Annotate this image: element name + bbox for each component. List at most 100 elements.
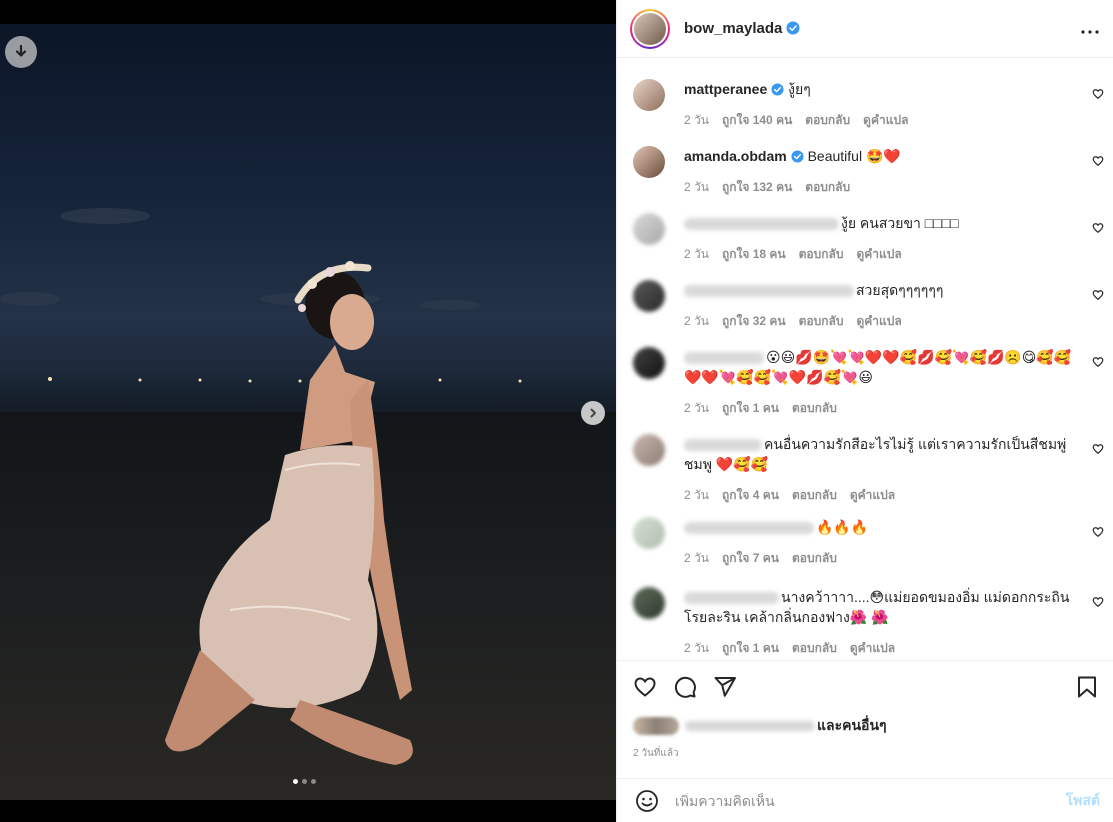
emoji-picker-icon[interactable] <box>635 789 659 813</box>
comment-item: นางคว้าาาา....😳แม่ยอดขมองอิ่ม แม่ดอกกระถ… <box>617 587 1113 658</box>
comment-likes[interactable]: ถูกใจ 4 คน <box>722 486 779 505</box>
commenter-username-blurred[interactable] <box>684 592 779 605</box>
comment-age: 2 วัน <box>684 180 709 194</box>
comment-meta: 2 วัน ถูกใจ 140 คน ตอบกลับ ดูคำแปล <box>684 111 1084 130</box>
comment-age: 2 วัน <box>684 641 709 655</box>
comment-likes[interactable]: ถูกใจ 18 คน <box>722 245 786 264</box>
comment-body: สวยสุดๆๆๆๆๆๆ 2 วัน ถูกใจ 32 คน ตอบกลับ ดูคำแ… <box>684 280 1084 331</box>
commenter-username[interactable]: amanda.obdam <box>684 148 787 164</box>
save-bookmark-icon[interactable] <box>1076 675 1098 699</box>
see-translation-button[interactable]: ดูคำแปล <box>856 312 901 331</box>
comment-text-line: amanda.obdam Beautiful 🤩❤️ <box>684 146 1084 166</box>
comment-text: งู้ย คนสวยขา □□□□ <box>841 215 959 231</box>
comment-like-heart-icon[interactable] <box>1092 442 1104 460</box>
commenter-username-blurred[interactable] <box>684 218 839 231</box>
post-photo[interactable] <box>0 0 616 822</box>
comment-likes[interactable]: ถูกใจ 132 คน <box>722 178 792 197</box>
commenter-avatar[interactable] <box>633 146 665 178</box>
comment-text-line: นางคว้าาาา....😳แม่ยอดขมองอิ่ม แม่ดอกกระถ… <box>684 587 1084 627</box>
likes-others-link[interactable]: และคนอื่นๆ <box>817 715 887 737</box>
comment-age: 2 วัน <box>684 488 709 502</box>
author-avatar-image <box>634 12 666 45</box>
comment-like-heart-icon[interactable] <box>1092 355 1104 373</box>
commenter-avatar[interactable] <box>633 213 665 245</box>
see-translation-button[interactable]: ดูคำแปล <box>850 639 895 658</box>
add-comment-bar: โพสต์ <box>617 778 1113 822</box>
commenter-username-blurred[interactable] <box>684 352 764 365</box>
download-button[interactable] <box>5 36 37 68</box>
comment-bubble-icon[interactable] <box>673 675 697 699</box>
comment-item: งู้ย คนสวยขา □□□□ 2 วัน ถูกใจ 18 คน ตอบกลับ… <box>617 213 1113 264</box>
chevron-right-icon <box>590 408 596 418</box>
comment-like-heart-icon[interactable] <box>1092 595 1104 613</box>
reply-button[interactable]: ตอบกลับ <box>805 111 850 130</box>
reply-button[interactable]: ตอบกลับ <box>792 399 837 418</box>
post-timestamp[interactable]: 2 วันที่แล้ว <box>633 746 679 761</box>
comment-body: 😮😃💋🤩💘💘❤️❤️🥰💋🥰💘🥰💋☹️😋🥰🥰❤️❤️💘🥰🥰💘❤️💋🥰💘😃 2 วัน… <box>684 347 1084 418</box>
comment-meta: 2 วัน ถูกใจ 7 คน ตอบกลับ <box>684 549 1084 568</box>
comment-likes[interactable]: ถูกใจ 32 คน <box>722 312 786 331</box>
commenter-avatar[interactable] <box>633 280 665 312</box>
see-translation-button[interactable]: ดูคำแปล <box>850 486 895 505</box>
more-options-icon[interactable] <box>1081 18 1099 39</box>
comment-text-line: 🔥🔥🔥 <box>684 517 1084 537</box>
commenter-username-blurred[interactable] <box>684 522 814 535</box>
photo-subject <box>165 261 413 765</box>
see-translation-button[interactable]: ดูคำแปล <box>856 245 901 264</box>
author-avatar[interactable] <box>630 8 670 49</box>
likes-summary[interactable]: และคนอื่นๆ <box>633 715 887 737</box>
reply-button[interactable]: ตอบกลับ <box>799 245 844 264</box>
commenter-username-blurred[interactable] <box>684 285 854 298</box>
comment-text: งู้ยๆ <box>788 81 811 97</box>
comment-input[interactable] <box>675 792 1066 809</box>
comment-body: นางคว้าาาา....😳แม่ยอดขมองอิ่ม แม่ดอกกระถ… <box>684 587 1084 658</box>
author-username[interactable]: bow_maylada <box>684 20 800 37</box>
post-modal: bow_maylada mattperanee งู้ยๆ 2 วัน ถูกใจ … <box>0 0 1113 822</box>
reply-button[interactable]: ตอบกลับ <box>805 178 850 197</box>
commenter-avatar[interactable] <box>633 434 665 466</box>
carousel-dot-active <box>293 779 298 784</box>
comment-text-line: mattperanee งู้ยๆ <box>684 79 1084 99</box>
commenter-avatar[interactable] <box>633 347 665 379</box>
commenter-username-blurred[interactable] <box>684 439 762 452</box>
comment-like-heart-icon[interactable] <box>1092 87 1104 105</box>
carousel-next-button[interactable] <box>581 401 605 425</box>
liker-name-blurred <box>685 721 815 731</box>
comment-age: 2 วัน <box>684 314 709 328</box>
comment-like-heart-icon[interactable] <box>1092 221 1104 239</box>
author-username-text[interactable]: bow_maylada <box>684 20 782 37</box>
comment-age: 2 วัน <box>684 551 709 565</box>
reply-button[interactable]: ตอบกลับ <box>792 486 837 505</box>
commenter-avatar[interactable] <box>633 79 665 111</box>
commenter-avatar[interactable] <box>633 587 665 619</box>
comment-age: 2 วัน <box>684 247 709 261</box>
comment-text-line: 😮😃💋🤩💘💘❤️❤️🥰💋🥰💘🥰💋☹️😋🥰🥰❤️❤️💘🥰🥰💘❤️💋🥰💘😃 <box>684 347 1084 387</box>
carousel-dot <box>311 779 316 784</box>
comment-meta: 2 วัน ถูกใจ 32 คน ตอบกลับ ดูคำแปล <box>684 312 1084 331</box>
commenter-username[interactable]: mattperanee <box>684 81 767 97</box>
reply-button[interactable]: ตอบกลับ <box>799 312 844 331</box>
reply-button[interactable]: ตอบกลับ <box>792 639 837 658</box>
like-heart-icon[interactable] <box>633 675 657 699</box>
post-header: bow_maylada <box>617 0 1113 58</box>
verified-badge-icon <box>771 83 784 96</box>
comment-likes[interactable]: ถูกใจ 7 คน <box>722 549 779 568</box>
comment-like-heart-icon[interactable] <box>1092 525 1104 543</box>
comment-body: 🔥🔥🔥 2 วัน ถูกใจ 7 คน ตอบกลับ <box>684 517 1084 568</box>
see-translation-button[interactable]: ดูคำแปล <box>863 111 908 130</box>
comment-like-heart-icon[interactable] <box>1092 154 1104 172</box>
comment-item: mattperanee งู้ยๆ 2 วัน ถูกใจ 140 คน ตอบกลั… <box>617 79 1113 130</box>
commenter-avatar[interactable] <box>633 517 665 549</box>
comment-likes[interactable]: ถูกใจ 1 คน <box>722 639 779 658</box>
comment-text-line: งู้ย คนสวยขา □□□□ <box>684 213 1084 233</box>
share-paper-plane-icon[interactable] <box>713 675 737 699</box>
comment-like-heart-icon[interactable] <box>1092 288 1104 306</box>
reply-button[interactable]: ตอบกลับ <box>792 549 837 568</box>
post-side-panel: bow_maylada mattperanee งู้ยๆ 2 วัน ถูกใจ … <box>616 0 1113 822</box>
post-actions-bar <box>617 660 1113 712</box>
comment-likes[interactable]: ถูกใจ 1 คน <box>722 399 779 418</box>
post-comment-button[interactable]: โพสต์ <box>1066 790 1100 812</box>
comment-likes[interactable]: ถูกใจ 140 คน <box>722 111 792 130</box>
comments-list[interactable]: mattperanee งู้ยๆ 2 วัน ถูกใจ 140 คน ตอบกลั… <box>617 59 1113 659</box>
comment-text-line: สวยสุดๆๆๆๆๆๆ <box>684 280 1084 300</box>
